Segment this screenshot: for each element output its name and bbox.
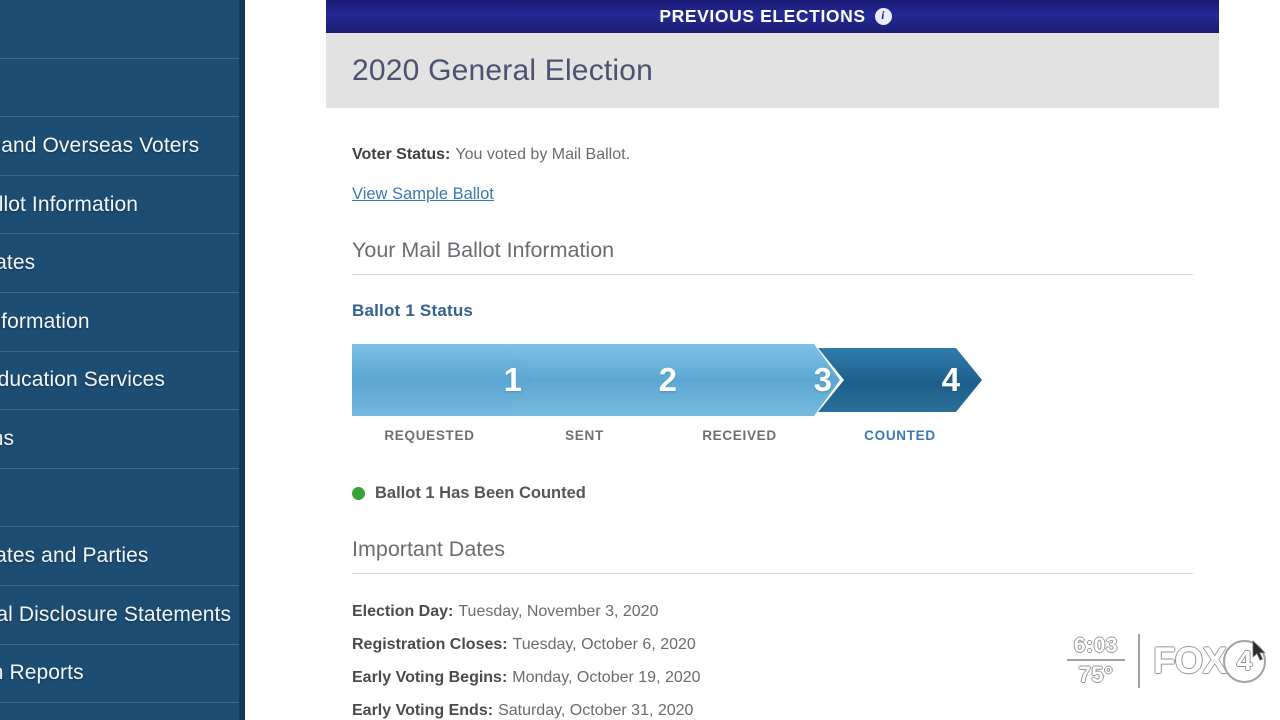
sidebar-item-mail-ballot-information[interactable]: Mail Ballot Information bbox=[0, 176, 245, 235]
voter-status-value: You voted by Mail Ballot. bbox=[455, 146, 631, 163]
important-date-value: Monday, October 19, 2020 bbox=[512, 669, 701, 686]
tracker-step-number: 1 bbox=[503, 361, 522, 398]
important-date-value: Tuesday, November 3, 2020 bbox=[458, 603, 659, 620]
sidebar-item-election-reports[interactable]: Election Reports bbox=[0, 645, 245, 704]
view-sample-ballot-link[interactable]: View Sample Ballot bbox=[352, 185, 494, 204]
sidebar-item-military-and-overseas-voters[interactable]: Military and Overseas Voters bbox=[0, 117, 245, 176]
tracker-step-number: 2 bbox=[658, 361, 677, 398]
sidebar-item-label: Voter Education Services bbox=[0, 368, 166, 392]
mail-ballot-section-heading: Your Mail Ballot Information bbox=[352, 238, 1193, 275]
tracker-label-requested: REQUESTED bbox=[384, 428, 475, 443]
content-body: Voter Status: You voted by Mail Ballot. V… bbox=[326, 146, 1219, 720]
voter-status-row: Voter Status: You voted by Mail Ballot. bbox=[352, 146, 1193, 164]
previous-elections-header: PREVIOUS ELECTIONS i bbox=[326, 0, 1219, 33]
important-date-row: Early Voting Ends: Saturday, October 31, … bbox=[352, 694, 1193, 720]
ballot-counted-message: Ballot 1 Has Been Counted bbox=[375, 484, 586, 502]
important-date-label: Early Voting Begins: bbox=[352, 669, 508, 686]
sidebar-item-label: Voter Information bbox=[0, 309, 90, 333]
important-date-label: Election Day: bbox=[352, 603, 454, 620]
main-content: PREVIOUS ELECTIONS i 2020 General Electi… bbox=[326, 0, 1219, 720]
important-dates-list: Election Day: Tuesday, November 3, 2020 R… bbox=[352, 595, 1193, 720]
important-date-value: Tuesday, October 6, 2020 bbox=[512, 636, 696, 653]
sidebar-item-label: Candidates and Parties bbox=[0, 544, 149, 568]
info-icon[interactable]: i bbox=[874, 8, 892, 25]
sidebar-item-label: Military and Overseas Voters bbox=[0, 133, 200, 157]
sidebar-item-blank[interactable] bbox=[0, 469, 245, 528]
sidebar-item-candidates[interactable]: Candidates bbox=[0, 234, 245, 293]
sidebar-item-label: Elections bbox=[0, 426, 15, 450]
sidebar-item-label: Mail Ballot Information bbox=[0, 192, 139, 216]
status-dot-icon bbox=[352, 487, 365, 500]
sidebar-item-financial-disclosure-statements[interactable]: Financial Disclosure Statements bbox=[0, 586, 245, 645]
tracker-step-number: 3 bbox=[813, 361, 832, 398]
tracker-step-number: 4 bbox=[941, 361, 960, 398]
fox-logo-number: 4 bbox=[1223, 639, 1266, 683]
previous-elections-title: PREVIOUS ELECTIONS bbox=[659, 6, 866, 26]
sidebar-navigation: Dates Forms Military and Overseas Voters… bbox=[0, 0, 245, 720]
important-date-row: Early Voting Begins: Monday, October 19, … bbox=[352, 661, 1193, 694]
important-dates-heading: Important Dates bbox=[352, 537, 1193, 574]
important-date-value: Saturday, October 31, 2020 bbox=[498, 702, 694, 719]
sidebar-item-label: Election Reports bbox=[0, 661, 84, 685]
sidebar-item-forms[interactable]: Forms bbox=[0, 59, 245, 118]
sidebar-item-candidates-and-parties[interactable]: Candidates and Parties bbox=[0, 527, 245, 586]
sidebar-item-voter-information[interactable]: Voter Information bbox=[0, 293, 245, 352]
ballot-status-tracker: 1 2 3 4 bbox=[352, 344, 986, 416]
important-date-row: Registration Closes: Tuesday, October 6, … bbox=[352, 628, 1193, 661]
mouse-cursor-icon bbox=[1252, 640, 1266, 661]
important-date-label: Registration Closes: bbox=[352, 636, 508, 653]
ballot-counted-status: Ballot 1 Has Been Counted bbox=[352, 484, 1193, 503]
sidebar-item-elections[interactable]: Elections bbox=[0, 410, 245, 469]
sidebar-item-label: Candidates bbox=[0, 251, 36, 275]
page-title: 2020 General Election bbox=[352, 53, 654, 87]
sidebar-item-dates[interactable]: Dates bbox=[0, 0, 245, 59]
sidebar-item-label: Financial Disclosure Statements bbox=[0, 602, 232, 626]
sidebar-item-voter-education-services[interactable]: Voter Education Services bbox=[0, 352, 245, 411]
election-title-band: 2020 General Election bbox=[326, 33, 1219, 108]
ballot-status-heading: Ballot 1 Status bbox=[352, 301, 474, 320]
tracker-label-received: RECEIVED bbox=[702, 428, 777, 443]
voter-status-label: Voter Status: bbox=[352, 146, 451, 163]
tracker-label-sent: SENT bbox=[565, 428, 604, 443]
tracker-label-counted: COUNTED bbox=[864, 428, 936, 443]
important-date-label: Early Voting Ends: bbox=[352, 702, 494, 719]
tracker-labels: REQUESTED SENT RECEIVED COUNTED bbox=[352, 428, 982, 452]
important-date-row: Election Day: Tuesday, November 3, 2020 bbox=[352, 595, 1193, 628]
screen: Dates Forms Military and Overseas Voters… bbox=[0, 0, 1280, 720]
sidebar-item-blank-2[interactable] bbox=[0, 703, 245, 720]
